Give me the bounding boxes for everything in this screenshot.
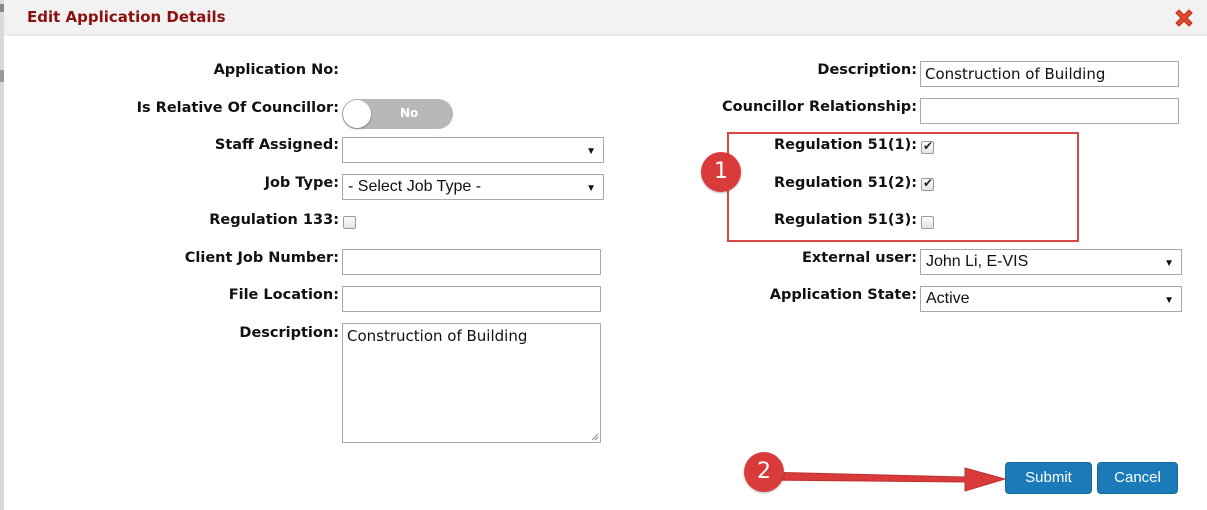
chevron-down-icon: ▼ (586, 146, 596, 157)
job-type-label: Job Type: (264, 175, 339, 191)
regulation-133-label: Regulation 133: (209, 212, 339, 228)
staff-assigned-select[interactable]: ▼ (342, 137, 604, 163)
file-location-label: File Location: (228, 287, 339, 303)
external-user-label: External user: (801, 250, 917, 266)
client-job-number-label: Client Job Number: (184, 250, 339, 266)
description-text: Construction of Building (347, 327, 528, 345)
staff-assigned-label: Staff Assigned: (214, 137, 339, 153)
application-state-label: Application State: (769, 287, 917, 303)
external-user-select[interactable]: John Li, E-VIS ▼ (920, 249, 1182, 275)
toggle-knob (343, 100, 371, 128)
toggle-label: No (400, 106, 419, 120)
file-location-input[interactable] (342, 286, 601, 312)
is-relative-label: Is Relative Of Councillor: (136, 100, 339, 116)
resize-grip-icon[interactable] (590, 432, 599, 441)
description-label: Description: (239, 325, 339, 341)
description-textarea[interactable]: Construction of Building (342, 323, 601, 443)
submit-button[interactable]: Submit (1005, 462, 1092, 494)
chevron-down-icon: ▼ (1164, 258, 1174, 269)
councillor-relationship-label: Councillor Relationship: (722, 99, 917, 115)
dialog-titlebar: Edit Application Details (4, 0, 1207, 36)
annotation-arrow-icon (760, 467, 1007, 492)
annotation-badge-2: 2 (744, 452, 784, 492)
right-description-label: Description: (817, 62, 917, 78)
job-type-select[interactable]: - Select Job Type - ▼ (342, 174, 604, 200)
annotation-highlight-box (727, 132, 1079, 242)
is-relative-toggle[interactable]: No (342, 99, 453, 129)
close-icon[interactable] (1172, 6, 1196, 30)
application-state-value: Active (926, 290, 970, 307)
cancel-button[interactable]: Cancel (1097, 462, 1178, 494)
chevron-down-icon: ▼ (1164, 295, 1174, 306)
external-user-value: John Li, E-VIS (926, 253, 1029, 270)
application-state-select[interactable]: Active ▼ (920, 286, 1182, 312)
annotation-badge-1: 1 (701, 152, 741, 192)
dialog-title: Edit Application Details (27, 8, 226, 26)
councillor-relationship-input[interactable] (920, 98, 1179, 124)
regulation-133-checkbox[interactable] (343, 216, 356, 229)
client-job-number-input[interactable] (342, 249, 601, 275)
chevron-down-icon: ▼ (586, 183, 596, 194)
right-description-input[interactable]: Construction of Building (920, 61, 1179, 87)
job-type-value: - Select Job Type - (348, 178, 482, 195)
application-no-label: Application No: (213, 62, 339, 78)
